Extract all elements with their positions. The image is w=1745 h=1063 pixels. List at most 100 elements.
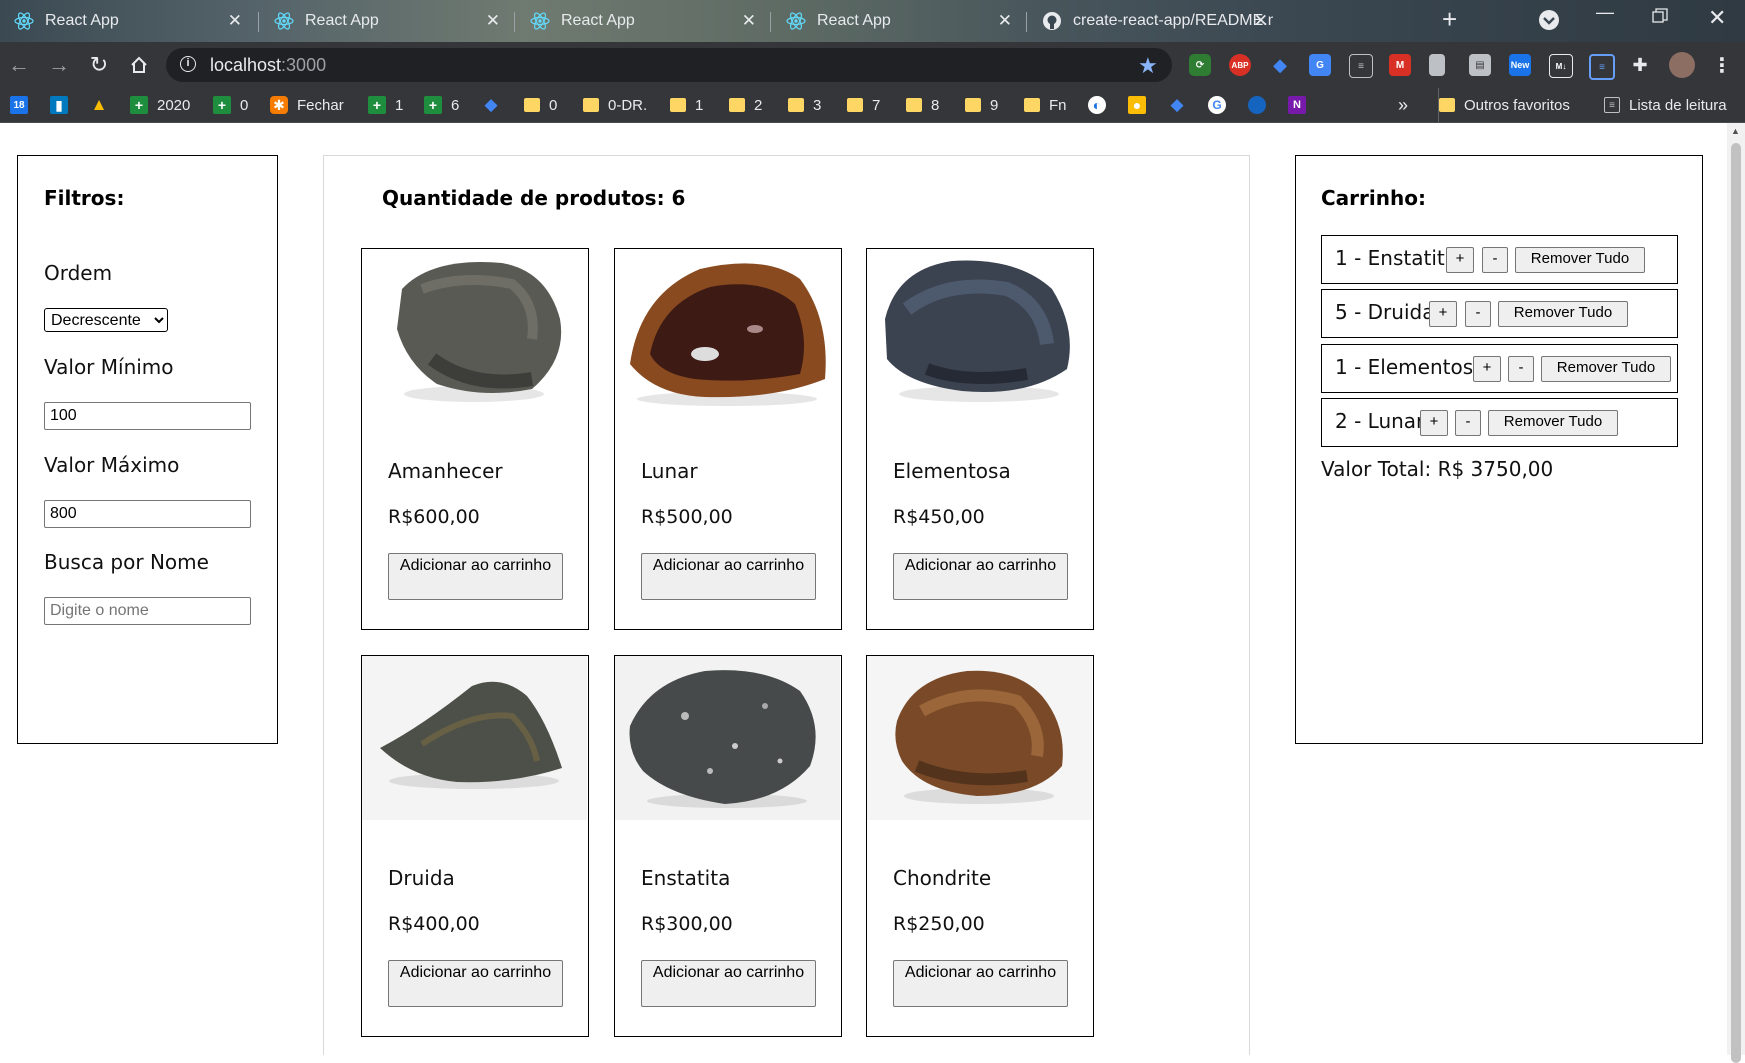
add-to-cart-button[interactable]: Adicionar ao carrinho bbox=[388, 553, 563, 600]
bookmark-item[interactable]: ▲ bbox=[90, 88, 117, 122]
close-icon[interactable]: ✕ bbox=[742, 11, 756, 31]
forward-icon[interactable]: → bbox=[46, 52, 72, 78]
asterisk-icon: ✱ bbox=[270, 96, 288, 114]
product-price: R$400,00 bbox=[388, 913, 480, 935]
increase-button[interactable]: + bbox=[1446, 247, 1474, 273]
bookmark-item[interactable]: ✱ Fechar bbox=[270, 88, 344, 122]
add-to-cart-button[interactable]: Adicionar ao carrinho bbox=[641, 553, 816, 600]
bookmark-label: 9 bbox=[990, 96, 999, 114]
add-to-cart-button[interactable]: Adicionar ao carrinho bbox=[893, 960, 1068, 1007]
bookmark-label: 1 bbox=[395, 96, 404, 114]
add-to-cart-button[interactable]: Adicionar ao carrinho bbox=[893, 553, 1068, 600]
printer-icon[interactable]: ▤ bbox=[1469, 54, 1491, 76]
bookmark-item[interactable]: G bbox=[1208, 88, 1235, 122]
reload-icon[interactable]: ↻ bbox=[86, 52, 112, 78]
product-price: R$250,00 bbox=[893, 913, 985, 935]
max-value-input[interactable] bbox=[44, 500, 251, 528]
bookmark-item[interactable]: +2020 bbox=[130, 88, 190, 122]
puzzle-icon[interactable]: ✚ bbox=[1629, 54, 1651, 76]
decrease-button[interactable]: - bbox=[1482, 247, 1508, 273]
add-to-cart-button[interactable]: Adicionar ao carrinho bbox=[388, 960, 563, 1007]
reading-list-label: Lista de leitura bbox=[1629, 96, 1727, 114]
github-icon bbox=[1042, 11, 1062, 31]
remove-all-button[interactable]: Remover Tudo bbox=[1515, 247, 1645, 273]
bookmark-folder[interactable]: 7 bbox=[847, 88, 880, 122]
increase-button[interactable]: + bbox=[1473, 356, 1501, 382]
close-window-icon[interactable]: ✕ bbox=[1708, 5, 1726, 31]
address-bar[interactable]: i localhost:3000 bbox=[166, 48, 1172, 82]
reading-list[interactable]: ≡ Lista de leitura bbox=[1604, 88, 1727, 122]
folder-icon bbox=[1439, 98, 1455, 112]
document-icon[interactable] bbox=[1429, 54, 1445, 76]
scroll-up-icon[interactable]: ▲ bbox=[1731, 126, 1740, 136]
bookmark-item[interactable]: ▮ bbox=[50, 88, 77, 122]
min-value-input[interactable] bbox=[44, 402, 251, 430]
bookmark-item[interactable]: +6 bbox=[424, 88, 459, 122]
bookmark-item[interactable]: 18 bbox=[10, 88, 37, 122]
new-extension-icon[interactable]: New bbox=[1509, 54, 1531, 76]
reader-icon[interactable]: ≡ bbox=[1349, 54, 1373, 78]
bookmark-folder[interactable]: 0 bbox=[524, 88, 557, 122]
extension-red-icon[interactable]: M bbox=[1389, 54, 1411, 76]
bookmark-item[interactable]: ◆ bbox=[482, 88, 509, 122]
minimize-icon[interactable]: — bbox=[1596, 2, 1614, 23]
product-card: Amanhecer R$600,00 Adicionar ao carrinho bbox=[361, 248, 589, 630]
new-tab-button[interactable]: + bbox=[1442, 4, 1457, 35]
order-select[interactable]: Decrescente bbox=[44, 308, 168, 332]
browser-tab[interactable]: create-react-app/README.md ✕ bbox=[1028, 0, 1414, 42]
adblock-icon[interactable]: ABP bbox=[1229, 54, 1251, 76]
bookmark-folder[interactable]: 8 bbox=[906, 88, 939, 122]
avatar[interactable] bbox=[1669, 52, 1695, 78]
search-name-input[interactable] bbox=[44, 597, 251, 625]
bookmark-item[interactable]: +1 bbox=[368, 88, 403, 122]
remove-all-button[interactable]: Remover Tudo bbox=[1541, 356, 1671, 382]
bookmarks-more-icon[interactable]: » bbox=[1398, 88, 1408, 122]
add-to-cart-button[interactable]: Adicionar ao carrinho bbox=[641, 960, 816, 1007]
markdown-icon[interactable]: M↓ bbox=[1549, 54, 1573, 78]
bookmark-item[interactable]: N bbox=[1288, 88, 1315, 122]
page-scrollbar[interactable]: ▲ bbox=[1727, 123, 1745, 1063]
increase-button[interactable]: + bbox=[1420, 410, 1448, 436]
bookmark-item[interactable] bbox=[1248, 88, 1275, 122]
increase-button[interactable]: + bbox=[1429, 301, 1457, 327]
close-icon[interactable]: ✕ bbox=[228, 11, 242, 31]
bookmark-folder[interactable]: 2 bbox=[729, 88, 762, 122]
back-icon[interactable]: ← bbox=[6, 52, 32, 78]
bookmark-item[interactable]: ◆ bbox=[1168, 88, 1195, 122]
extension-sync-icon[interactable]: ⟳ bbox=[1189, 54, 1211, 76]
bookmark-item[interactable]: ◐ bbox=[1088, 88, 1115, 122]
extension-blue-doc-icon[interactable]: ≡ bbox=[1589, 54, 1615, 80]
bookmark-folder[interactable]: Fn bbox=[1024, 88, 1067, 122]
menu-icon[interactable]: ⋮ bbox=[1711, 54, 1733, 77]
close-icon[interactable]: ✕ bbox=[486, 11, 500, 31]
folder-icon bbox=[670, 98, 686, 112]
restore-icon[interactable] bbox=[1652, 8, 1668, 29]
bookmark-folder[interactable]: 0-DR. bbox=[583, 88, 647, 122]
bookmark-folder[interactable]: 1 bbox=[670, 88, 703, 122]
tab-search-icon[interactable] bbox=[1538, 9, 1560, 36]
close-icon[interactable]: ✕ bbox=[998, 11, 1012, 31]
home-icon[interactable] bbox=[126, 52, 152, 78]
browser-tab[interactable]: React App ✕ bbox=[0, 0, 256, 42]
close-icon[interactable]: ✕ bbox=[1254, 11, 1268, 31]
decrease-button[interactable]: - bbox=[1455, 410, 1481, 436]
other-favorites[interactable]: Outros favoritos bbox=[1438, 88, 1570, 122]
bookmark-item[interactable]: ● bbox=[1128, 88, 1155, 122]
extension-diamond-icon[interactable]: ◆ bbox=[1269, 54, 1291, 76]
remove-all-button[interactable]: Remover Tudo bbox=[1488, 410, 1618, 436]
product-name: Amanhecer bbox=[388, 459, 503, 483]
browser-tab[interactable]: React App ✕ bbox=[516, 0, 770, 42]
decrease-button[interactable]: - bbox=[1465, 301, 1491, 327]
translate-icon[interactable]: G bbox=[1309, 54, 1331, 76]
scroll-thumb[interactable] bbox=[1731, 143, 1741, 1063]
bookmark-folder[interactable]: 3 bbox=[788, 88, 821, 122]
bookmark-folder[interactable]: 9 bbox=[965, 88, 998, 122]
info-icon[interactable]: i bbox=[180, 56, 196, 72]
bookmark-star-icon[interactable]: ★ bbox=[1138, 53, 1158, 79]
remove-all-button[interactable]: Remover Tudo bbox=[1498, 301, 1628, 327]
browser-tab[interactable]: React App ✕ bbox=[260, 0, 514, 42]
decrease-button[interactable]: - bbox=[1508, 356, 1534, 382]
browser-tab[interactable]: React App ✕ bbox=[772, 0, 1026, 42]
url-host: localhost bbox=[210, 55, 282, 75]
bookmark-item[interactable]: +0 bbox=[213, 88, 248, 122]
